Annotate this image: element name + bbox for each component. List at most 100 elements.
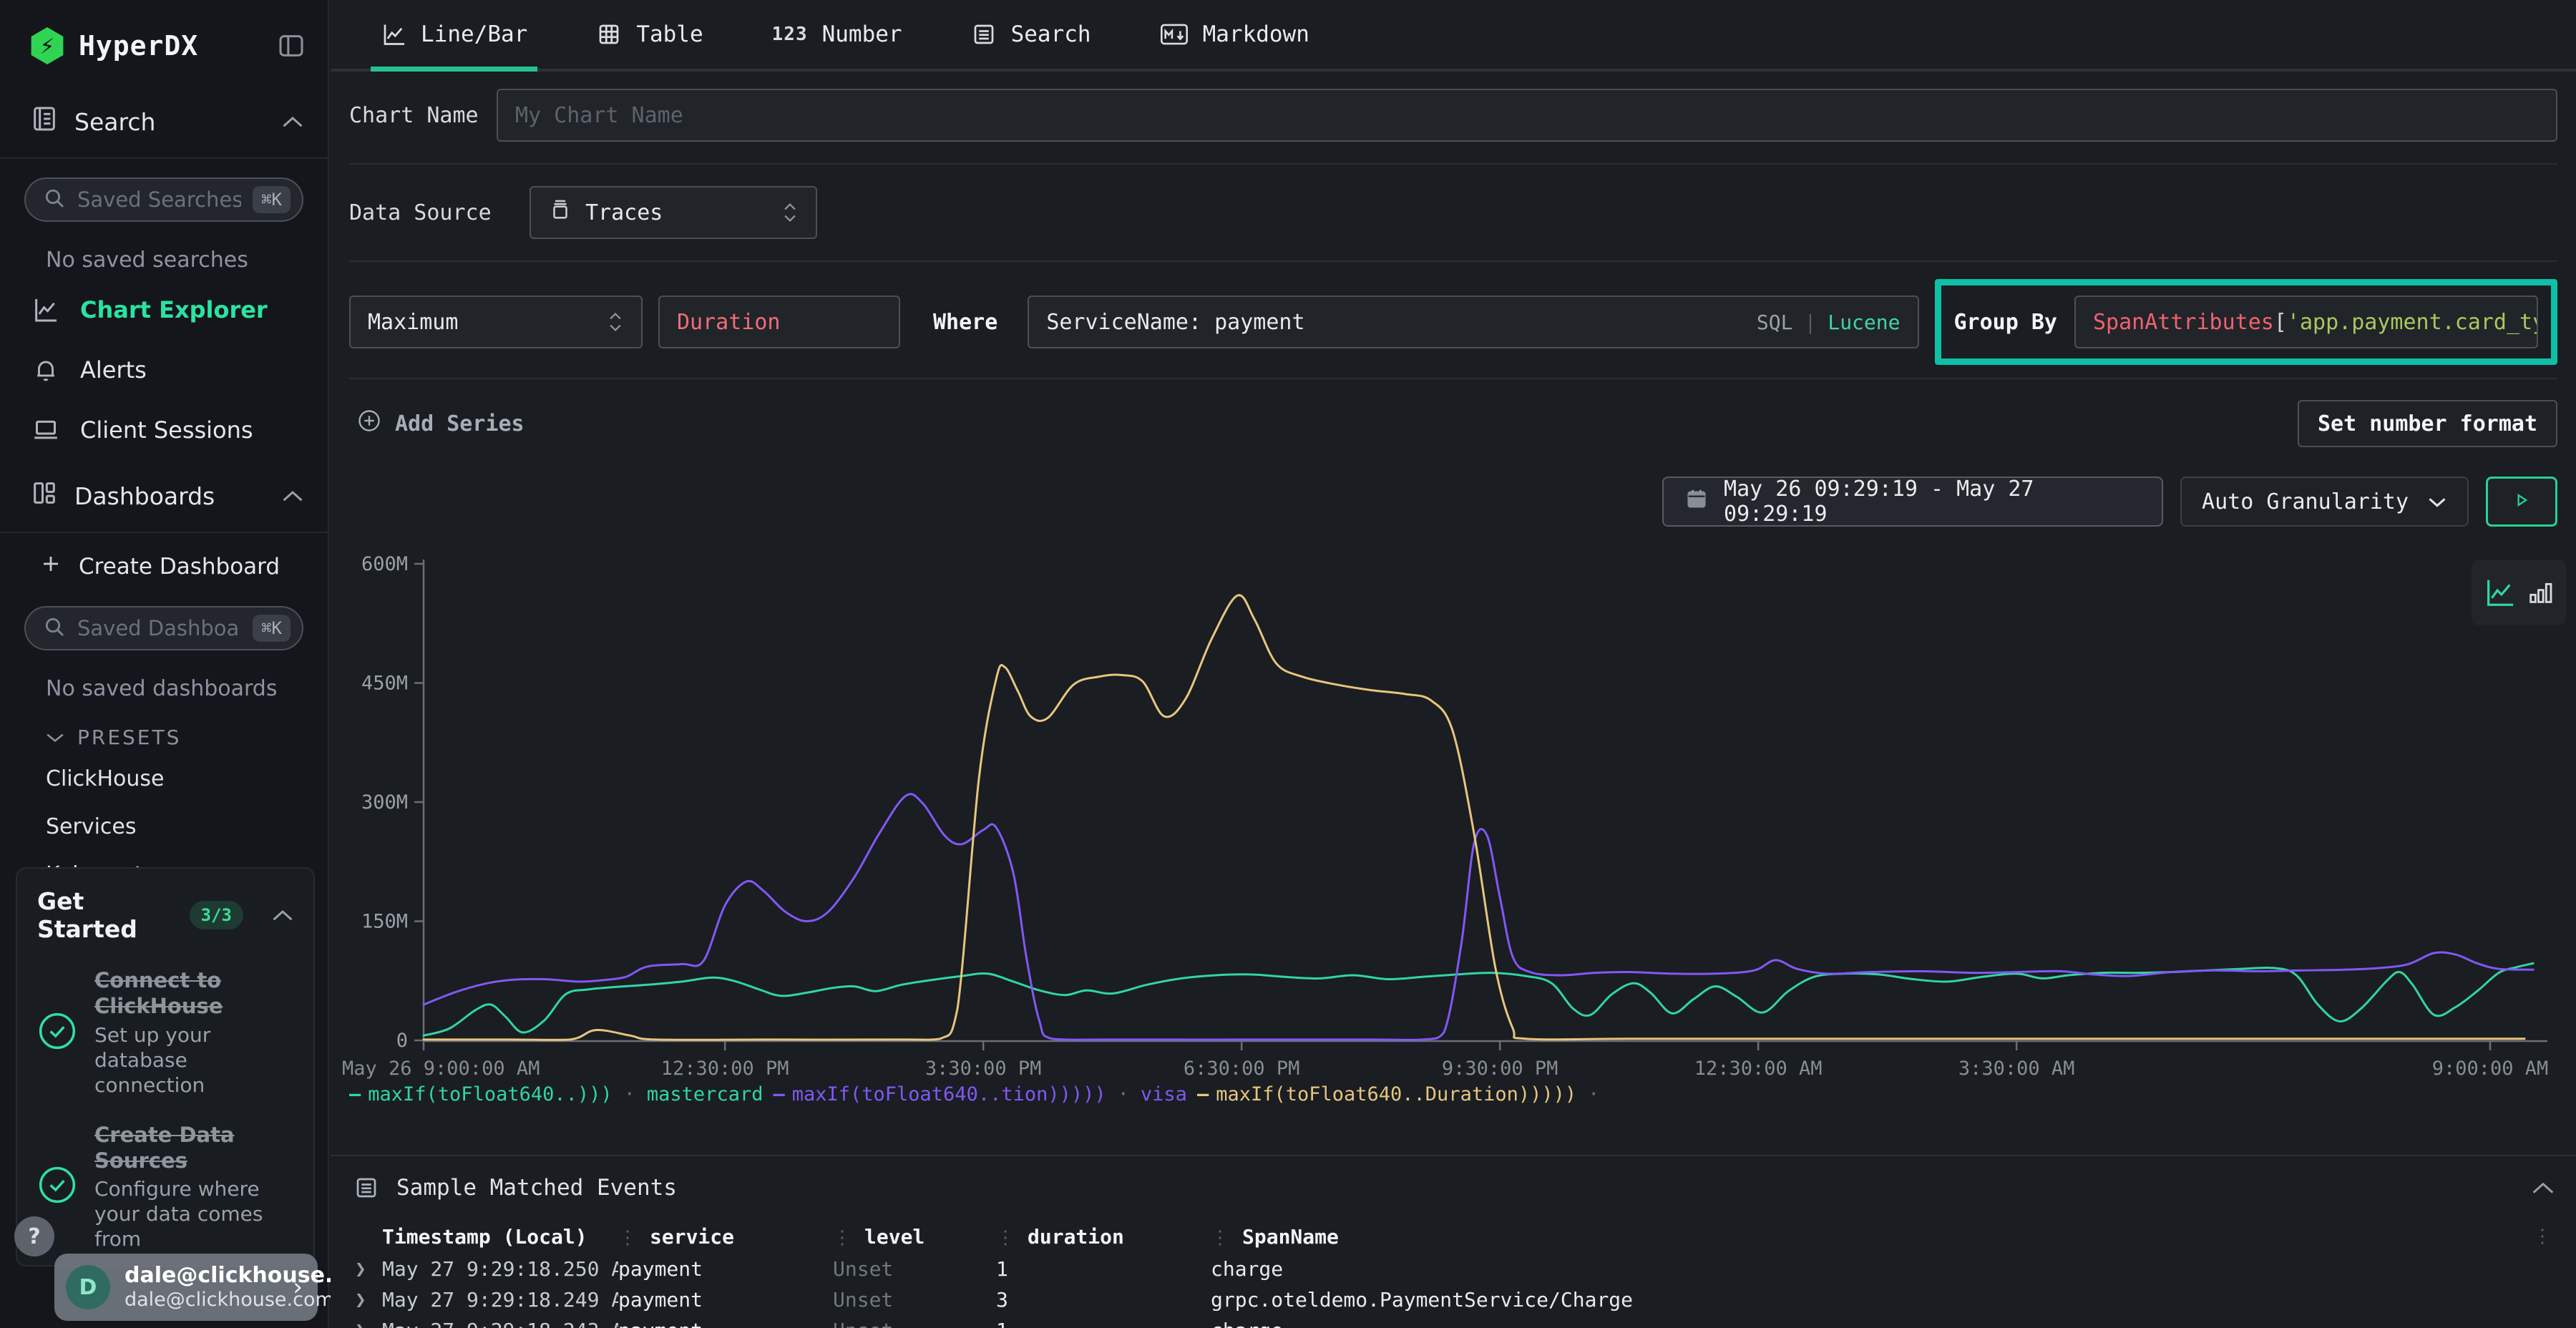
presets-toggle[interactable]: PRESETS [0,708,328,755]
chart-tab-icon [381,21,406,47]
checklist-item[interactable]: Create Data SourcesConfigure where your … [37,1122,293,1252]
series-visa-line [424,794,2533,1040]
legend-series-name: maxIf(toFloat640..))) [368,1083,612,1105]
chart-legend: —maxIf(toFloat640..)))·mastercard—maxIf(… [349,1083,1604,1105]
svg-text:3:30:00 AM: 3:30:00 AM [1958,1058,2075,1080]
user-email: dale@clickhouse.com [125,1264,276,1289]
column-header-service[interactable]: ⋮service [618,1225,833,1249]
date-range-picker[interactable]: May 26 09:29:19 - May 27 09:29:19 [1662,477,2163,527]
chevron-up-icon[interactable] [272,908,293,922]
user-menu[interactable]: D dale@clickhouse.com dale@clickhouse.co… [54,1254,318,1321]
sidebar-item-client-sessions[interactable]: Client Sessions [0,400,328,460]
preset-clickhouse[interactable]: ClickHouse [0,755,328,803]
create-dashboard-button[interactable]: Create Dashboard [0,533,328,587]
column-header-spanname[interactable]: ⋮SpanName [1211,1225,2533,1249]
event-cell: charge [1211,1257,2533,1281]
field-input[interactable]: Duration [658,296,900,348]
chevron-down-icon [46,726,64,749]
legend-series-name: maxIf(toFloat640..tion))))) [792,1083,1106,1105]
legend-line-swatch: — [773,1083,784,1105]
nav-label: Client Sessions [80,416,253,444]
sample-matched-events-panel: Sample Matched Events Timestamp (Local)⋮… [331,1155,2576,1328]
search-icon [43,187,66,213]
tab-markdown[interactable]: Markdown [1160,0,1309,69]
chart-plot: 0150M300M450M600MMay 26 9:00:00 AM12:30:… [331,531,2576,1141]
column-resize-handle[interactable]: ⋮ [618,1227,637,1249]
sidebar-item-chart-explorer[interactable]: Chart Explorer [0,280,328,340]
legend-item[interactable]: —maxIf(toFloat640..)))·mastercard [349,1083,763,1105]
event-cell: payment [618,1257,833,1281]
column-resize-handle[interactable]: ⋮ [1211,1227,1229,1249]
expand-row-icon[interactable]: ❯ [342,1289,382,1311]
avatar: D [66,1265,110,1309]
data-source-select[interactable]: Traces [530,186,817,239]
checklist-title: Create Data Sources [94,1122,293,1174]
add-series-button[interactable]: Add Series [349,398,532,449]
sidebar-item-alerts[interactable]: Alerts [0,340,328,400]
legend-series-name: maxIf(toFloat640..Duration))))) [1216,1083,1576,1105]
granularity-select[interactable]: Auto Granularity [2180,477,2469,527]
preset-services[interactable]: Services [0,803,328,851]
tab-table[interactable]: Table [596,0,703,69]
run-query-button[interactable] [2486,477,2557,527]
group-by-input[interactable]: SpanAttributes['app.payment.card_type'] [2074,296,2538,348]
sidebar-section-dashboards[interactable]: Dashboards [0,460,328,532]
svg-text:May 26 9:00:00 AM: May 26 9:00:00 AM [342,1058,540,1080]
event-cell: 1 [996,1319,1211,1328]
event-cell: May 27 9:29:18.243 AM [382,1319,618,1328]
main-content: Line/BarTable123NumberSearchMarkdown Cha… [331,0,2576,1328]
table-options-icon[interactable]: ⋮ [2533,1226,2552,1247]
tab-label: Line/Bar [421,21,527,47]
chevron-up-icon[interactable] [282,114,303,129]
saved-dashboards-field[interactable] [77,616,241,640]
tab-label: Table [636,21,703,47]
legend-item[interactable]: —maxIf(toFloat640..tion)))))·visa [773,1083,1186,1105]
event-cell: Unset [833,1257,996,1281]
chevron-down-icon [2427,489,2447,514]
legend-group-value: visa [1141,1083,1187,1105]
series-mastercard-line [424,963,2533,1035]
list-icon [353,1175,379,1201]
set-number-format-button[interactable]: Set number format [2298,400,2557,447]
sidebar-section-search[interactable]: Search [0,86,328,157]
where-input[interactable]: ServiceName: payment SQL | Lucene [1028,296,1918,348]
chart-display-toggle [2472,560,2566,625]
expand-row-icon[interactable]: ❯ [342,1259,382,1280]
saved-searches-field[interactable] [77,187,241,212]
expand-row-icon[interactable]: ❯ [342,1320,382,1328]
bar-chart-icon[interactable] [2526,578,2555,607]
help-button[interactable]: ? [14,1216,54,1256]
saved-dashboards-input[interactable]: ⌘K [24,606,303,650]
tab-search[interactable]: Search [971,0,1091,69]
tab-number[interactable]: 123Number [772,0,902,69]
checklist-desc: Set up your database connection [94,1022,293,1098]
event-row[interactable]: ❯May 27 9:29:18.250 AMpaymentUnset1charg… [342,1254,2565,1284]
event-cell: charge [1211,1319,2533,1328]
event-cell: grpc.oteldemo.PaymentService/Charge [1211,1288,2533,1312]
aggregation-select[interactable]: Maximum [349,296,643,348]
lucene-toggle-option[interactable]: Lucene [1828,311,1900,334]
query-language-toggle: SQL | Lucene [1757,311,1901,334]
group-by-highlight: Group By SpanAttributes['app.payment.car… [1935,279,2558,365]
check-circle-icon [37,1165,77,1208]
event-row[interactable]: ❯May 27 9:29:18.249 AMpaymentUnset3grpc.… [342,1284,2565,1315]
column-header-timestamp-local-[interactable]: Timestamp (Local) [382,1225,618,1249]
user-org: dale@clickhouse.com's [125,1289,276,1311]
collapse-section-icon[interactable] [2532,1181,2555,1195]
column-resize-handle[interactable]: ⋮ [996,1227,1015,1249]
column-resize-handle[interactable]: ⋮ [833,1227,852,1249]
checklist-item[interactable]: Connect to ClickHouseSet up your databas… [37,967,293,1098]
event-row[interactable]: ❯May 27 9:29:18.243 AMpaymentUnset1charg… [342,1315,2565,1328]
chart-name-input[interactable] [515,103,2539,128]
nav-label: Chart Explorer [80,296,268,323]
tab-line-bar[interactable]: Line/Bar [381,0,527,69]
chevron-up-icon[interactable] [282,489,303,503]
saved-searches-input[interactable]: ⌘K [24,177,303,222]
legend-item[interactable]: —maxIf(toFloat640..Duration)))))· [1197,1083,1604,1105]
line-chart-icon[interactable] [2483,576,2516,609]
sql-toggle-option[interactable]: SQL [1757,311,1793,334]
column-header-duration[interactable]: ⋮duration [996,1225,1211,1249]
get-started-title: Get Started [37,887,175,943]
column-header-level[interactable]: ⋮level [833,1225,996,1249]
collapse-sidebar-icon[interactable] [276,31,306,60]
